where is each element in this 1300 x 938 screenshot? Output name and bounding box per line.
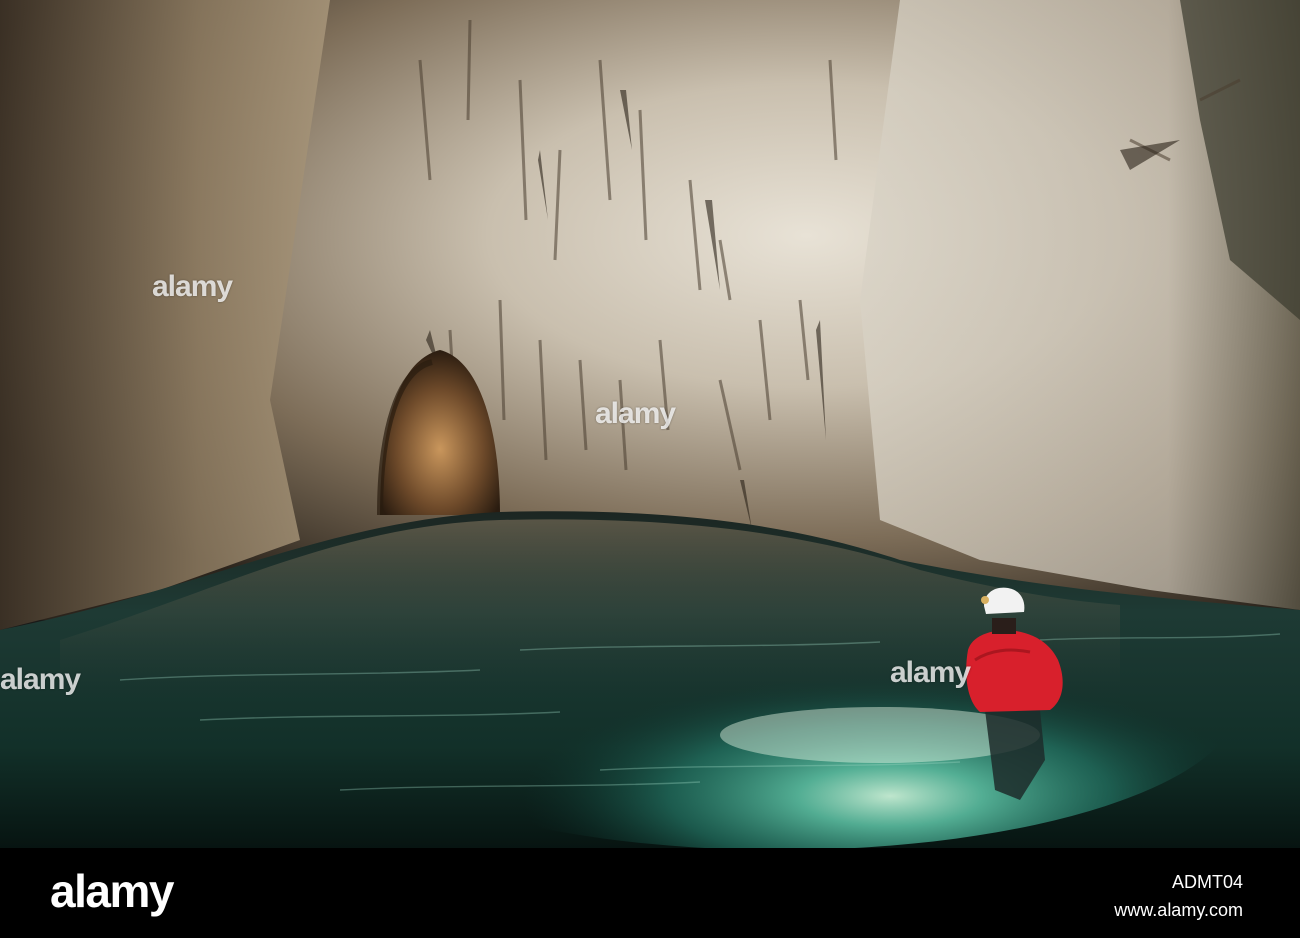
left-cave-wall	[0, 0, 330, 630]
image-info: ADMT04 www.alamy.com	[1114, 868, 1243, 924]
watermark: alamy	[152, 270, 233, 303]
watermark: alamy	[890, 656, 971, 689]
alamy-logo: alamy	[50, 865, 174, 917]
image-id: ADMT04	[1171, 872, 1243, 892]
cave-photograph: alamy alamy alamy alamy	[0, 0, 1300, 848]
stock-footer-bar: alamy ADMT04 www.alamy.com	[0, 848, 1300, 938]
lit-water	[320, 550, 1240, 848]
watermark: alamy	[0, 663, 81, 696]
site-url: www.alamy.com	[1114, 900, 1243, 920]
watermark: alamy	[595, 397, 676, 430]
